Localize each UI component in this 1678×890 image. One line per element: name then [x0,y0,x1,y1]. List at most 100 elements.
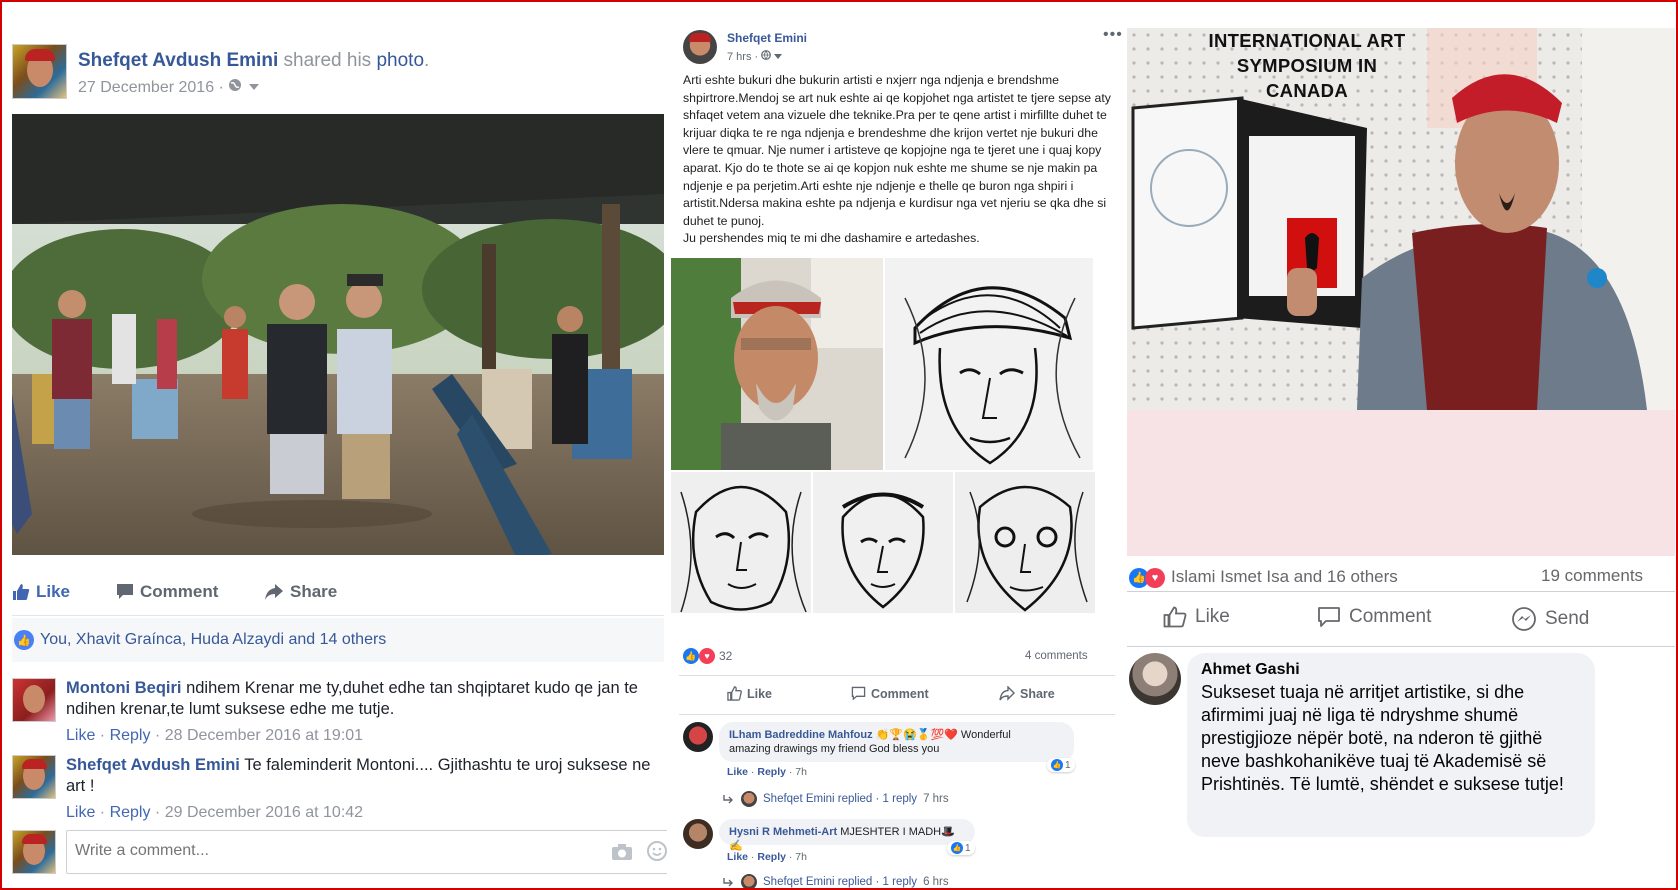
comment-button[interactable]: Comment [1317,606,1431,628]
privacy-dropdown-icon[interactable] [774,51,783,63]
commenter-name[interactable]: Hysni R Mehmeti-Art [729,826,837,838]
commenter-avatar[interactable] [1129,653,1181,705]
like-button[interactable]: Like [727,686,772,701]
thumbs-up-icon [13,584,30,600]
write-comment-input[interactable] [67,831,547,871]
comment-reaction-badge[interactable]: 👍 1 [1047,758,1075,772]
camera-icon[interactable] [611,843,633,866]
commenter-avatar[interactable] [683,722,713,752]
post-action-bar: Like Comment Send [1127,591,1675,647]
commenter-name[interactable]: Montoni Beqiri [66,679,181,697]
photo-tile-selfie[interactable] [671,258,883,470]
commenter-avatar[interactable] [12,678,56,722]
likes-summary-row[interactable]: 👍 You, Xhavit Graínca, Huda Alzaydi and … [12,618,664,662]
reactions-summary[interactable]: 👍 ♥ 32 [683,648,732,664]
comment-text: Wonderful [957,729,1011,741]
post-photo[interactable] [12,114,664,555]
comment-emoji: 👏🏆😭🥇💯❤️ [875,729,958,741]
comment-label: Comment [140,582,219,601]
commenter-avatar[interactable] [683,819,713,849]
reactions-summary[interactable]: 👍 ♥ Islami Ismet Isa and 16 others [1129,566,1398,588]
like-reaction-icon: 👍 [951,842,963,854]
post-text: Arti eshte bukuri dhe bukurin artisti e … [683,72,1115,248]
comment-like-link[interactable]: Like [727,851,748,863]
comment-reaction-count: 1 [965,842,971,854]
comment-time[interactable]: 7h [795,766,807,778]
like-label: Like [747,686,773,701]
comment-reply-link[interactable]: Reply [757,766,786,778]
share-icon [265,584,283,600]
replies-time: 7 hrs [923,793,949,805]
author-name-link[interactable]: Shefqet Avdush Emini [78,50,278,71]
emoji-icon[interactable] [647,841,667,866]
banner-title: INTERNATIONAL ART SYMPOSIUM IN CANADA [1197,28,1417,103]
comment-reply-link[interactable]: Reply [110,727,151,744]
author-name-link[interactable]: Shefqet Emini [727,31,807,45]
reactions-count: 32 [719,649,733,663]
comments-count-link[interactable]: 19 comments [1541,566,1643,586]
comment-reply-link[interactable]: Reply [757,851,786,863]
comment-reply-link[interactable]: Reply [110,804,151,821]
comment-like-link[interactable]: Like [727,766,748,778]
post-panel-middle: Shefqet Emini 7 hrs · ••• Arti eshte buk… [669,0,1123,890]
comments-count-link[interactable]: 4 comments [1025,650,1088,662]
more-options-icon[interactable]: ••• [1103,26,1123,44]
current-user-avatar [12,830,56,874]
photo-tile-sketch-woman[interactable] [671,472,811,613]
commenter-name[interactable]: Shefqet Avdush Emini [66,756,240,774]
photo-tile-sketch-man[interactable] [813,472,953,613]
photo-tile-sketch-cap[interactable] [885,258,1093,470]
write-comment-box [66,830,667,874]
author-avatar[interactable] [683,30,717,64]
commenter-name[interactable]: ILham Badreddine Mahfouz [729,729,873,741]
comment-like-link[interactable]: Like [66,727,95,744]
comment-text-line2: amazing drawings my friend God bless you [729,743,940,755]
replies-time: 6 hrs [923,876,949,888]
outdoor-exhibition-photo [12,114,664,555]
comment-time[interactable]: 29 December 2016 at 10:42 [165,804,363,821]
replies-text: Shefqet Emini replied · 1 reply [763,876,918,888]
post-header: Shefqet Avdush Emini shared his photo. 2… [12,44,667,100]
send-label: Send [1545,608,1590,629]
send-button[interactable]: Send [1511,606,1589,632]
like-button[interactable]: Like [12,582,70,602]
comment-meta: Like · Reply · 7h [727,766,807,778]
replies-link[interactable]: Shefqet Emini replied · 1 reply 6 hrs [723,874,949,890]
commenter-name[interactable]: Ahmet Gashi [1201,661,1581,679]
share-button[interactable]: Share [999,686,1055,701]
post-photo[interactable]: INTERNATIONAL ART SYMPOSIUM IN CANADA [1127,28,1675,410]
comment-time[interactable]: 7h [795,851,807,863]
comment-text-block: Montoni Beqiri ndihem Krenar me ty,duhet… [66,678,662,720]
post-time[interactable]: 7 hrs · [727,51,761,63]
comment-reaction-badge[interactable]: 👍 1 [947,841,975,855]
like-reaction-icon: 👍 [683,648,699,664]
reply-arrow-icon [723,878,733,887]
comment-bubble: ILham Badreddine Mahfouz 👏🏆😭🥇💯❤️ Wonderf… [719,722,1074,762]
like-label: Like [1195,606,1230,627]
photo-tile-sketch-portrait[interactable] [955,472,1095,613]
comment-icon [1318,607,1340,627]
comment-time[interactable]: 28 December 2016 at 19:01 [165,727,363,744]
messenger-icon [1512,607,1536,631]
replies-text: Shefqet Emini replied · 1 reply [763,793,918,805]
post-date[interactable]: 27 December 2016 · [78,79,228,96]
photo-link[interactable]: photo [376,50,424,71]
reactions-text: Islami Ismet Isa and 16 others [1171,567,1398,586]
like-label: Like [36,582,71,601]
replies-link[interactable]: Shefqet Emini replied · 1 reply 7 hrs [723,791,949,807]
author-avatar[interactable] [12,44,67,99]
share-icon [999,686,1015,701]
reply-arrow-icon [723,795,733,804]
post-panel-left: Shefqet Avdush Emini shared his photo. 2… [12,0,667,890]
comment-like-link[interactable]: Like [66,804,95,821]
comment-button[interactable]: Comment [851,686,929,701]
post-panel-right: INTERNATIONAL ART SYMPOSIUM IN CANADA 👍 ♥… [1127,28,1675,890]
love-reaction-icon: ♥ [699,648,715,664]
comment-bubble: Ahmet Gashi Sukseset tuaja në arritjet a… [1187,653,1595,837]
like-button[interactable]: Like [1163,606,1230,628]
comment-button[interactable]: Comment [116,582,218,602]
commenter-avatar[interactable] [12,755,56,799]
love-reaction-icon: ♥ [1145,568,1165,588]
privacy-dropdown-icon[interactable] [247,79,261,96]
share-button[interactable]: Share [264,582,337,602]
